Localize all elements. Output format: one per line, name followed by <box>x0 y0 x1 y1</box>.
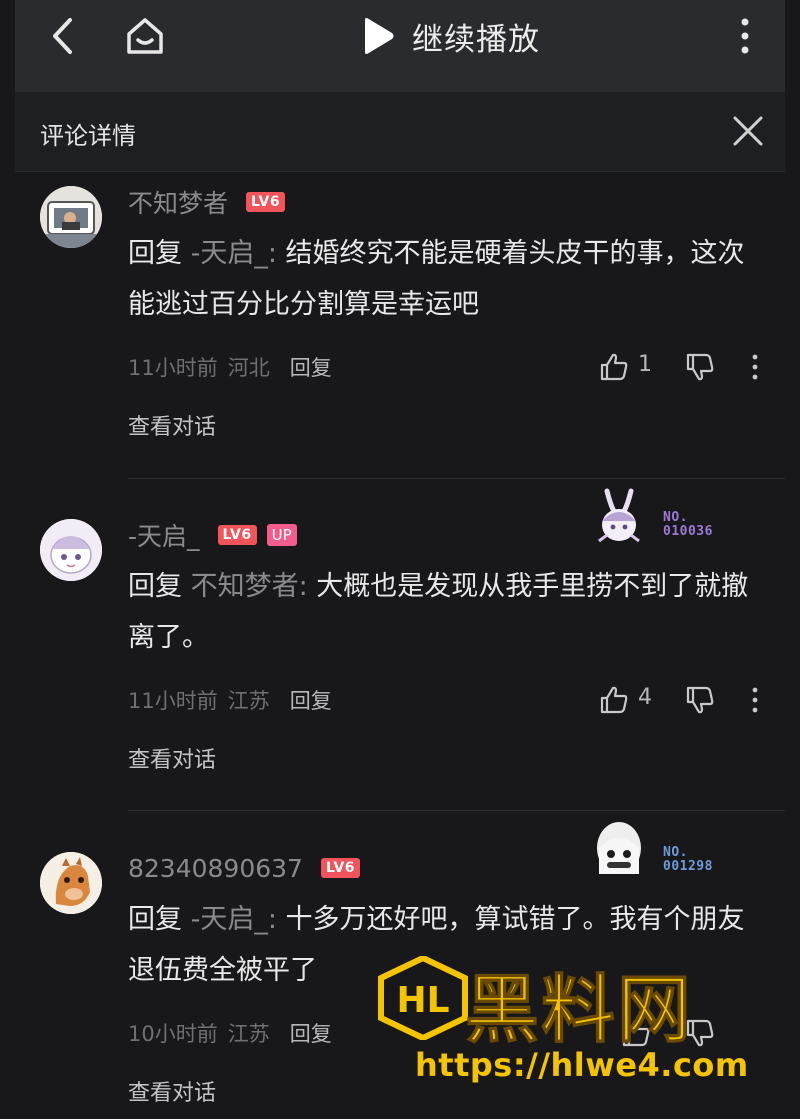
comment-location: 江苏 <box>227 689 270 713</box>
comment-body: 回复 -天启_: 结婚终究不能是硬着头皮干的事，这次能逃过百分比分割算是幸运吧 <box>128 228 768 330</box>
comment-time: 10小时前 <box>128 1022 218 1046</box>
level-badge: LV6 <box>246 192 286 212</box>
view-conversation-link[interactable]: 查看对话 <box>128 409 216 441</box>
fan-number: NO. 001298 <box>663 845 713 874</box>
watermark-title: 黑料网 <box>465 967 693 1054</box>
watermark: HL 黑料网 https://hlwe4.com <box>377 950 785 1100</box>
watermark-url: https://hlwe4.com <box>415 1046 749 1084</box>
comment-actions: 1 <box>598 347 778 387</box>
dislike-icon[interactable] <box>684 351 716 383</box>
username[interactable]: 不知梦者 <box>128 184 228 220</box>
avatar[interactable] <box>40 852 102 914</box>
comment-meta: 11小时前 河北 回复 <box>128 350 332 384</box>
close-icon[interactable] <box>731 114 765 148</box>
username[interactable]: 82340890637 <box>128 854 303 883</box>
reply-button[interactable]: 回复 <box>290 1018 332 1048</box>
comment-time: 11小时前 <box>128 356 218 380</box>
more-vertical-icon[interactable] <box>723 14 767 58</box>
reply-to-user[interactable]: 不知梦者: <box>191 571 308 602</box>
comment-detail-screen: 继续播放 评论详情 不知梦者 LV6 回复 -天启_: 结婚终究不能是硬着头皮干… <box>15 0 785 1119</box>
comment-location: 江苏 <box>227 1022 270 1046</box>
view-conversation-link[interactable]: 查看对话 <box>128 742 216 774</box>
play-icon <box>365 18 394 54</box>
back-icon[interactable] <box>43 14 87 58</box>
svg-text:HL: HL <box>396 980 449 1021</box>
reply-prefix: 回复 <box>128 238 191 269</box>
continue-play-label: 继续播放 <box>412 21 540 58</box>
reply-prefix: 回复 <box>128 904 191 935</box>
fan-decoration-icon <box>597 822 641 874</box>
view-conversation-link[interactable]: 查看对话 <box>128 1075 216 1107</box>
comment-location: 河北 <box>227 356 270 380</box>
comment-header: -天启_ LV6 UP <box>128 518 297 552</box>
comment-meta: 10小时前 江苏 回复 <box>128 1016 332 1050</box>
reply-to-user[interactable]: -天启_: <box>191 238 277 269</box>
comment-body: 回复 不知梦者: 大概也是发现从我手里捞不到了就撤离了。 <box>128 561 768 663</box>
comment-header: 82340890637 LV6 <box>128 851 361 885</box>
avatar[interactable] <box>40 186 102 248</box>
reply-prefix: 回复 <box>128 571 191 602</box>
comment-actions: 4 <box>598 680 778 720</box>
comment-header: 不知梦者 LV6 <box>128 184 286 220</box>
username[interactable]: -天启_ <box>128 517 200 553</box>
divider <box>128 810 785 811</box>
up-badge: UP <box>266 524 297 546</box>
comment-meta: 11小时前 江苏 回复 <box>128 683 332 717</box>
panel-title: 评论详情 <box>40 122 136 150</box>
comment-more-icon[interactable] <box>748 686 762 714</box>
comment-detail-header: 评论详情 <box>15 92 785 172</box>
reply-button[interactable]: 回复 <box>290 685 332 715</box>
like-icon[interactable] <box>598 684 630 716</box>
continue-play-button[interactable]: 继续播放 <box>360 12 540 60</box>
like-count: 1 <box>638 352 652 377</box>
like-icon[interactable] <box>598 351 630 383</box>
top-bar: 继续播放 <box>15 0 785 92</box>
reply-to-user[interactable]: -天启_: <box>191 904 277 935</box>
dislike-icon[interactable] <box>684 684 716 716</box>
fan-number: NO. 010036 <box>663 510 713 539</box>
avatar[interactable] <box>40 519 102 581</box>
reply-button[interactable]: 回复 <box>290 352 332 382</box>
divider <box>128 478 785 479</box>
level-badge: LV6 <box>217 525 257 545</box>
like-count: 4 <box>638 685 652 710</box>
fan-decoration-icon <box>598 488 640 543</box>
home-icon[interactable] <box>123 14 167 58</box>
comment-time: 11小时前 <box>128 689 218 713</box>
watermark-logo: HL <box>378 956 468 1040</box>
comment-more-icon[interactable] <box>748 353 762 381</box>
level-badge: LV6 <box>320 858 361 878</box>
